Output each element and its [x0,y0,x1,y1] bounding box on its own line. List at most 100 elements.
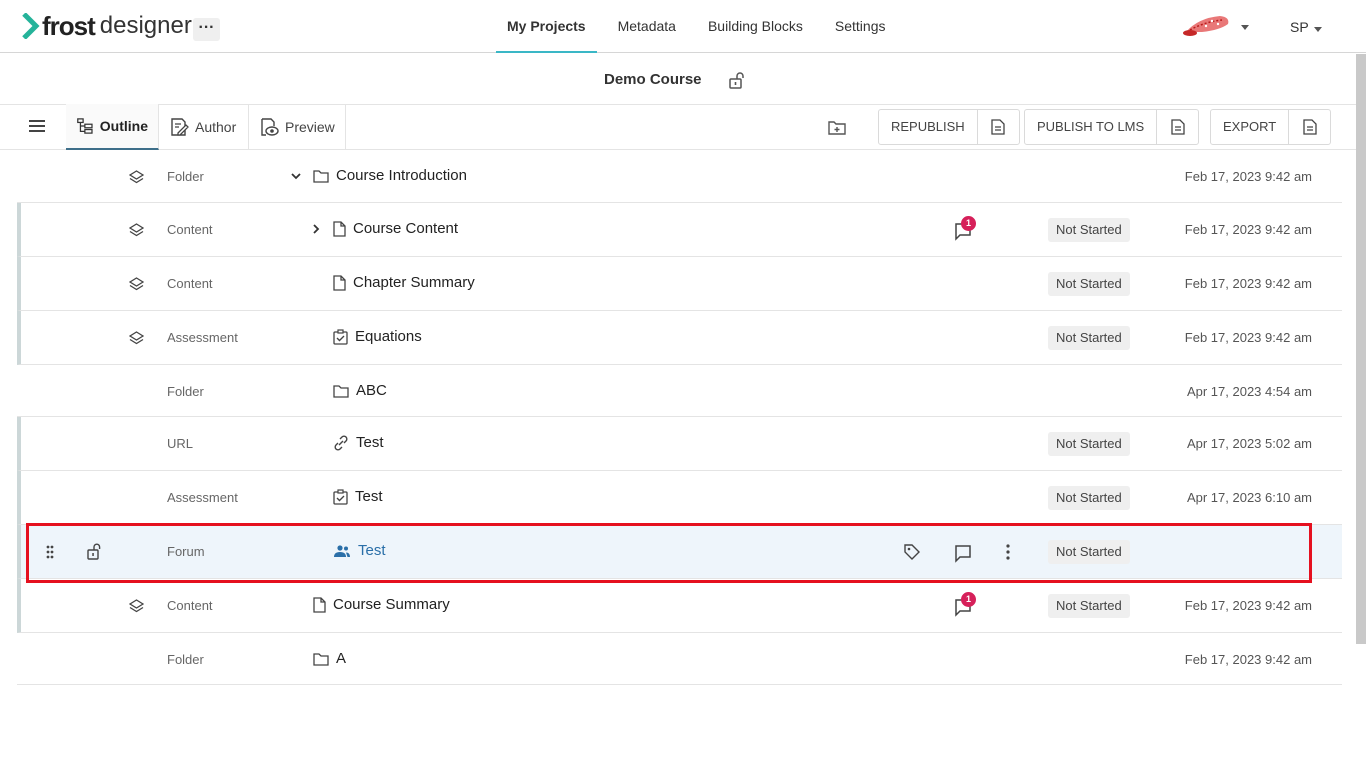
outline-row[interactable]: Folder Course Introduction Feb 17, 2023 … [17,150,1342,203]
row-title[interactable]: Equations [333,328,422,345]
republish-log-button[interactable] [976,110,1019,144]
row-title-text: Equations [355,328,422,345]
row-title[interactable]: ABC [333,382,387,399]
row-date: Apr 17, 2023 4:54 am [1186,384,1312,399]
chevron-right-icon[interactable] [310,223,322,235]
frost-chevron-icon [22,13,40,39]
outline-row[interactable]: Assessment Equations Not Started Feb 17,… [17,311,1342,365]
layers-icon [129,170,144,185]
export-button[interactable]: EXPORT [1210,109,1332,145]
outline-list: Folder Course Introduction Feb 17, 2023 … [17,150,1342,685]
row-title[interactable]: A [313,650,346,667]
row-title-link[interactable]: Test [333,542,386,559]
unlock-icon[interactable] [87,543,103,560]
nav-metadata[interactable]: Metadata [607,0,687,53]
row-title-text: Chapter Summary [353,274,475,291]
link-icon [333,435,349,451]
tab-preview-label: Preview [285,119,335,135]
publish-log-button[interactable] [1156,110,1198,144]
status-badge: Not Started [1048,540,1130,564]
row-date: Feb 17, 2023 9:42 am [1184,276,1312,291]
outline-row[interactable]: URL Test Not Started Apr 17, 2023 5:02 a… [17,417,1342,471]
republish-button[interactable]: REPUBLISH [878,109,1020,145]
checklist-icon [333,489,348,505]
row-title[interactable]: Course Introduction [313,167,467,184]
author-edit-icon [171,118,189,136]
publish-to-lms-button[interactable]: PUBLISH TO LMS [1024,109,1200,145]
status-badge: Not Started [1048,594,1130,618]
unlock-icon[interactable] [728,71,746,89]
outline-row[interactable]: Content Course Content 1 Not Started Feb… [17,203,1342,257]
row-title[interactable]: Course Content [333,220,458,237]
row-type: Folder [167,384,204,399]
nav-settings[interactable]: Settings [824,0,897,53]
drag-handle-icon[interactable] [45,545,55,560]
tab-author-label: Author [195,119,237,135]
nav-my-projects[interactable]: My Projects [496,0,597,53]
row-title-text: A [336,650,347,667]
course-header: Demo Course [0,54,1356,105]
chevron-down-icon[interactable] [290,170,302,182]
nav-building-blocks[interactable]: Building Blocks [697,0,814,53]
row-type: Content [167,276,213,291]
comment-count-badge: 1 [961,216,976,231]
row-type: Assessment [167,490,238,505]
folder-icon [313,169,329,183]
row-date: Feb 17, 2023 9:42 am [1184,169,1312,184]
tab-outline-label: Outline [99,118,148,134]
frost-designer-logo[interactable]: frost designer [22,10,192,42]
row-title[interactable]: Test [333,434,384,451]
folder-icon [313,652,329,666]
export-label: EXPORT [1223,119,1277,134]
more-vertical-icon[interactable] [1003,543,1013,561]
add-folder-icon[interactable] [828,119,846,135]
folder-icon [333,384,349,398]
course-title: Demo Course [604,71,702,88]
comment-icon[interactable] [953,543,973,563]
document-icon [991,119,1005,135]
outline-row[interactable]: Content Course Summary 1 Not Started Feb… [17,579,1342,633]
outline-row[interactable]: Folder A Feb 17, 2023 9:42 am [17,633,1342,685]
row-date: Feb 17, 2023 9:42 am [1184,652,1312,667]
status-badge: Not Started [1048,218,1130,242]
tab-preview[interactable]: Preview [249,104,346,150]
hamburger-menu-icon[interactable] [28,117,46,135]
checklist-icon [333,329,348,345]
layers-icon [129,277,144,292]
row-date: Feb 17, 2023 9:42 am [1184,330,1312,345]
outline-row[interactable]: Content Chapter Summary Not Started Feb … [17,257,1342,311]
tag-icon[interactable] [903,543,921,561]
main-nav: My Projects Metadata Building Blocks Set… [496,0,907,53]
tab-outline[interactable]: Outline [66,104,159,150]
row-title-text: Course Content [353,220,459,237]
document-icon [313,597,326,613]
outline-row-selected[interactable]: Forum Test Not Started [17,525,1342,579]
row-date: Feb 17, 2023 9:42 am [1184,598,1312,613]
outline-row[interactable]: Folder ABC Apr 17, 2023 4:54 am [17,365,1342,417]
top-navigation-bar: frost designer ··· My Projects Metadata … [0,0,1366,53]
row-title[interactable]: Chapter Summary [333,274,475,291]
layers-icon [129,223,144,238]
logo-designer-text: designer [99,12,192,39]
tab-author[interactable]: Author [159,104,249,150]
user-initials[interactable]: SP [1290,19,1309,35]
user-dropdown-caret-icon[interactable] [1314,27,1322,32]
page-scrollbar[interactable] [1356,54,1366,644]
row-title-text: Course Introduction [336,167,467,184]
more-options-button[interactable]: ··· [193,18,220,41]
row-title-text: Course Summary [333,596,450,613]
row-date: Apr 17, 2023 5:02 am [1186,436,1312,451]
row-title[interactable]: Course Summary [313,596,450,613]
organization-logo-image[interactable] [1180,12,1234,38]
row-type: Content [167,222,213,237]
row-type: Folder [167,169,204,184]
people-icon [333,544,351,558]
preview-eye-icon [261,118,279,136]
outline-tree-icon [77,118,93,134]
document-icon [1171,119,1185,135]
row-title[interactable]: Test [333,488,383,505]
export-log-button[interactable] [1288,110,1330,144]
outline-row[interactable]: Assessment Test Not Started Apr 17, 2023… [17,471,1342,525]
org-dropdown-caret-icon[interactable] [1241,25,1249,30]
row-type: URL [167,436,194,451]
